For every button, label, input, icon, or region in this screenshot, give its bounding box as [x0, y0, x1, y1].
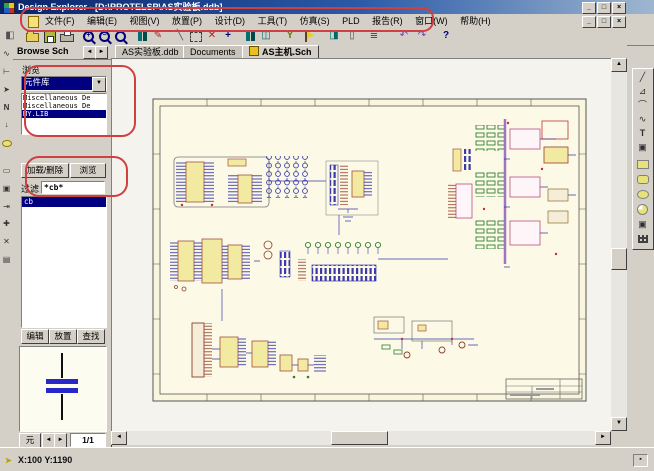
round-rectangle-icon	[637, 175, 649, 184]
floppy-icon	[44, 31, 56, 43]
part-mode-button[interactable]: 元	[19, 433, 41, 448]
status-bar: ➤ X:100 Y:1190 ▪	[0, 447, 654, 471]
capacitor-symbol	[20, 347, 104, 427]
ellipse-icon	[637, 190, 649, 199]
tab-design-database[interactable]: AS实验板.ddb	[115, 45, 186, 58]
cluster-key-matrix	[264, 156, 308, 198]
polygon-tool-icon[interactable]: ⊿	[634, 85, 651, 98]
component-list-item-selected[interactable]: cb	[22, 197, 106, 207]
cursor-position-icon: ➤	[5, 456, 12, 465]
graphic-image-tool-icon[interactable]: ▣	[634, 218, 651, 231]
doc-minimize-button[interactable]: _	[582, 16, 596, 28]
browse-panel-header: Browse Sch ◄ ►	[13, 45, 111, 60]
rectangle-tool-icon[interactable]	[634, 157, 651, 170]
bezier-tool-icon[interactable]: ∿	[634, 113, 651, 126]
browse-sch-tab[interactable]: Browse Sch	[17, 46, 69, 56]
tab-schematic-active[interactable]: AS主机.Sch	[242, 45, 319, 59]
document-window-controls: _ □ ×	[582, 16, 626, 28]
menu-help[interactable]: 帮助(H)	[455, 14, 496, 28]
close-button[interactable]: ×	[612, 2, 626, 14]
vertical-scrollbar[interactable]: ▲ ▼	[611, 58, 627, 431]
no-erc-tool-icon[interactable]: ✕	[0, 236, 13, 249]
find-component-button[interactable]: 查找	[77, 329, 105, 344]
net-label-tool-icon[interactable]: N	[0, 102, 13, 115]
document-tab-bar: AS实验板.ddb Documents AS主机.Sch	[111, 45, 627, 59]
part-icon	[2, 140, 12, 147]
status-corner-button[interactable]: ▪	[633, 454, 648, 467]
scroll-down-button[interactable]: ▼	[611, 417, 627, 431]
rectangle-icon	[637, 160, 649, 169]
tab-documents[interactable]: Documents	[183, 45, 243, 58]
wire-tool-icon[interactable]: ∿	[0, 48, 13, 61]
scroll-up-button[interactable]: ▲	[611, 58, 627, 72]
directives-tool-icon[interactable]: ▤	[0, 254, 13, 267]
hierarchy-icon	[246, 32, 250, 41]
place-component-button[interactable]: 放置	[49, 329, 77, 344]
bus-tool-icon[interactable]: ⊢	[0, 66, 13, 79]
array-paste-tool-icon[interactable]	[634, 232, 651, 245]
restore-button[interactable]: □	[597, 2, 611, 14]
selection-rect-icon	[190, 32, 202, 42]
panel-scroll-right-button[interactable]: ►	[95, 46, 108, 59]
schematic-sheet-icon	[249, 46, 259, 56]
component-preview	[19, 346, 107, 432]
explorer-toggle-button[interactable]: ◧	[2, 29, 18, 43]
scroll-left-button[interactable]: ◄	[111, 431, 127, 445]
vertical-scroll-thumb[interactable]	[611, 248, 627, 270]
round-rectangle-tool-icon[interactable]	[634, 172, 651, 185]
flag-icon	[305, 31, 307, 42]
schematic-sheet[interactable]	[112, 59, 612, 432]
sheet-symbol-tool-icon[interactable]: ▭	[0, 165, 13, 178]
zoom-out-icon: −	[99, 31, 110, 42]
cursor-coordinates: X:100 Y:1190	[18, 455, 72, 465]
scrollbar-corner	[611, 431, 627, 445]
line-tool-icon[interactable]: ╱	[634, 71, 651, 84]
arc-tool-icon[interactable]: ⌒	[634, 99, 651, 112]
design-explorer-window: Design Explorer - [D:\PROTELSP\AS实验板.ddb…	[0, 0, 654, 470]
help-button[interactable]: ?	[438, 29, 454, 43]
ellipse-tool-icon[interactable]	[634, 187, 651, 200]
doc-close-button[interactable]: ×	[612, 16, 626, 28]
folder-icon	[26, 33, 39, 42]
next-part-button[interactable]: ►	[54, 433, 67, 448]
drawing-tools-palette: ╱ ⊿ ⌒ ∿ T ▣ ▣	[632, 68, 654, 250]
window-controls: _ □ ×	[582, 2, 626, 14]
printer-icon	[60, 34, 74, 42]
annotation-oval-library-list	[24, 65, 136, 137]
pie-tool-icon[interactable]	[634, 202, 651, 215]
libraries-icon	[138, 32, 142, 41]
zoom-in-icon: +	[83, 31, 94, 42]
doc-restore-button[interactable]: □	[597, 16, 611, 28]
part-tool-icon[interactable]	[0, 137, 13, 150]
app-icon	[3, 2, 15, 14]
zoom-area-icon	[115, 31, 126, 42]
horizontal-scrollbar[interactable]: ◄ ►	[111, 431, 611, 445]
port-tool-icon[interactable]: ⇥	[0, 201, 13, 214]
annotation-oval-menubar	[20, 7, 434, 32]
minimize-button[interactable]: _	[582, 2, 596, 14]
horizontal-scroll-thumb[interactable]	[331, 431, 388, 445]
component-listbox[interactable]: cb	[21, 196, 107, 328]
bus-entry-tool-icon[interactable]: ➤	[0, 84, 13, 97]
array-icon	[638, 235, 648, 243]
annotation-oval-library-buttons	[25, 156, 128, 197]
wiring-tools-toolbar: ∿ ⊢ ➤ N ↓ ▭ ▣ ⇥ ✚ ✕ ▤	[0, 45, 14, 447]
edit-component-button[interactable]: 编辑	[21, 329, 49, 344]
text-frame-tool-icon[interactable]: ▣	[634, 141, 651, 154]
power-port-tool-icon[interactable]: ↓	[0, 119, 13, 132]
sheet-entry-tool-icon[interactable]: ▣	[0, 183, 13, 196]
part-page-indicator: 1/1	[70, 433, 106, 447]
junction-tool-icon[interactable]: ✚	[0, 218, 13, 231]
text-tool-icon[interactable]: T	[634, 127, 651, 140]
schematic-canvas[interactable]	[111, 58, 612, 432]
pie-icon	[637, 204, 648, 215]
scroll-right-button[interactable]: ►	[595, 431, 611, 445]
